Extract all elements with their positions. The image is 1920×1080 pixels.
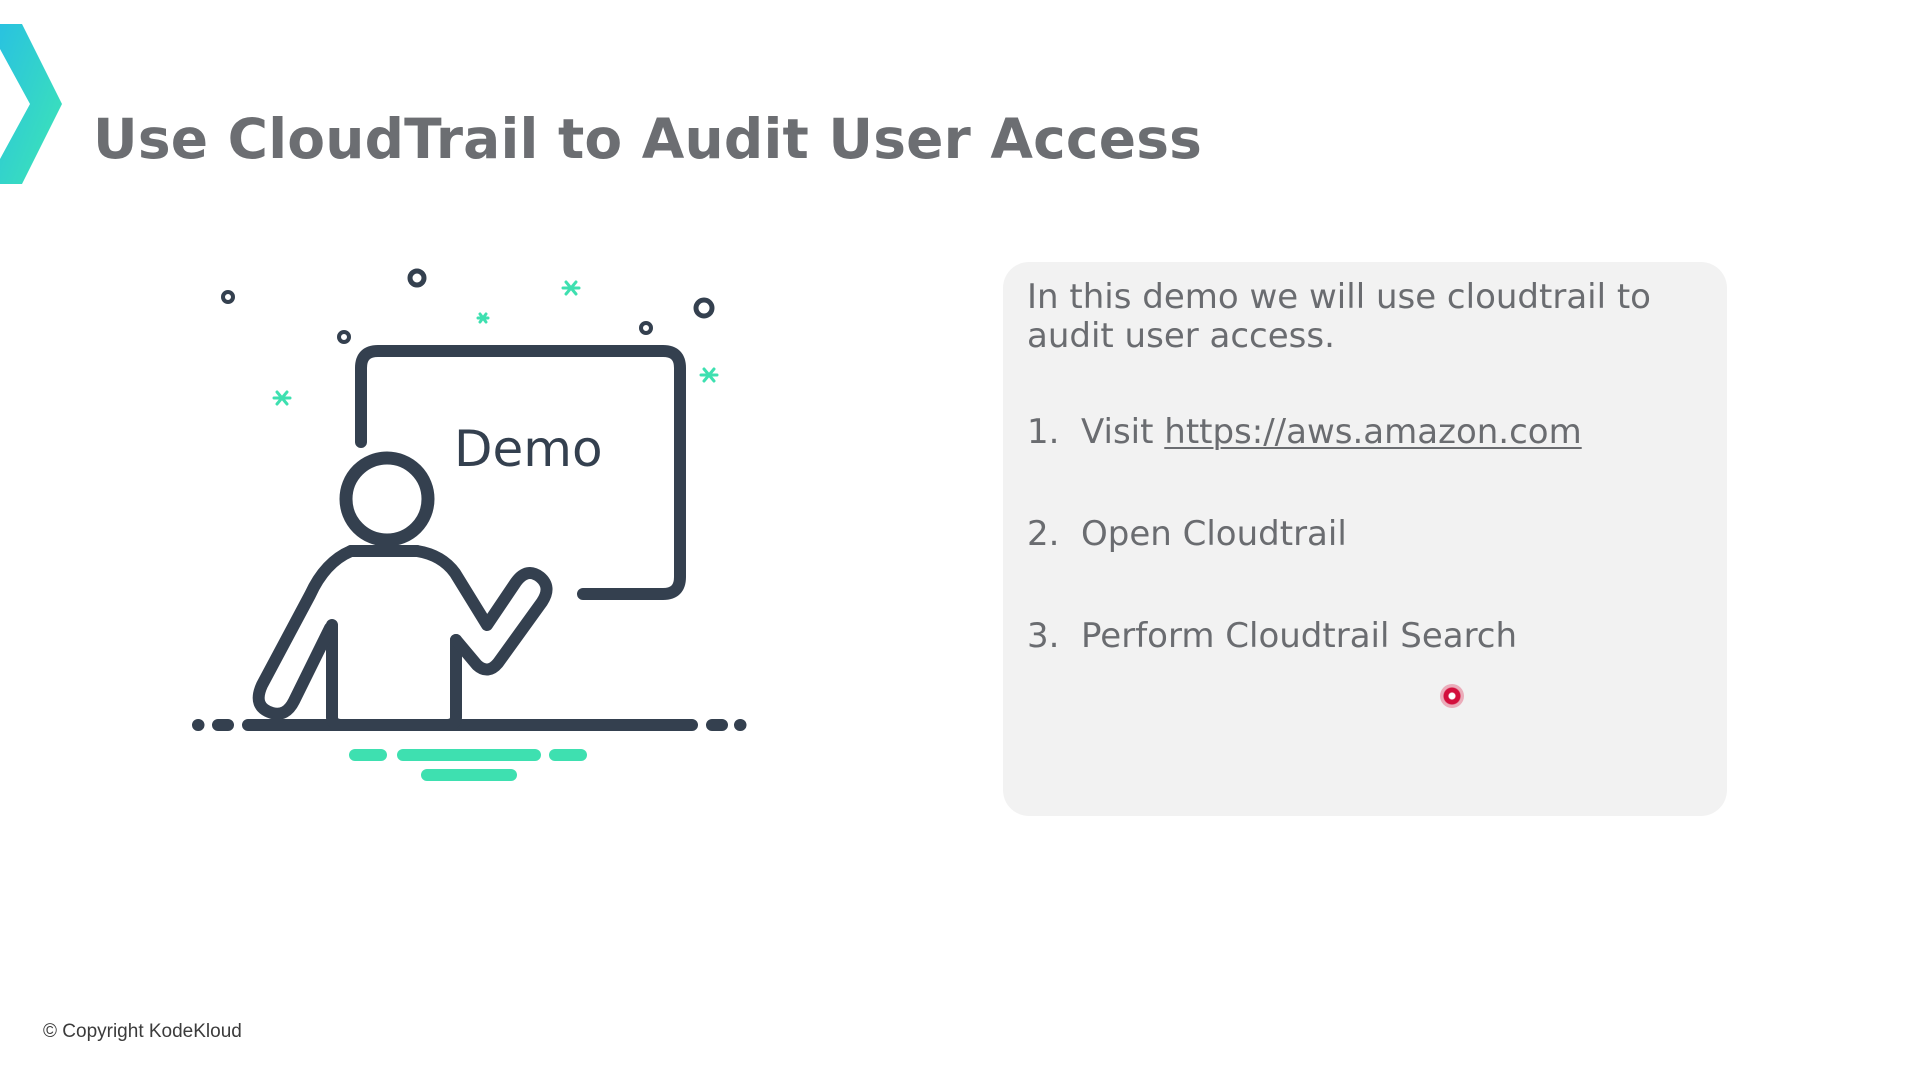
- step-number: 1.: [1027, 412, 1060, 452]
- info-card: In this demo we will use cloudtrail to a…: [1003, 262, 1727, 816]
- step-text: Perform Cloudtrail Search: [1081, 616, 1518, 656]
- pointer-cursor-icon: [1440, 684, 1464, 708]
- sparkle-icon: [699, 367, 719, 383]
- step-text: Open Cloudtrail: [1081, 514, 1347, 554]
- slide-title: Use CloudTrail to Audit User Access: [93, 106, 1203, 171]
- step-number: 2.: [1027, 514, 1060, 554]
- decor-circle-icon: [693, 297, 715, 319]
- presenter-at-whiteboard-icon: Demo: [192, 268, 747, 781]
- presenter-body: [326, 619, 462, 723]
- sparkle-icon: [561, 280, 581, 296]
- presenter-head: [339, 451, 435, 547]
- card-intro-text: In this demo we will use cloudtrail to a…: [1027, 277, 1651, 356]
- copyright-footer: © Copyright KodeKloud: [43, 1021, 242, 1042]
- whiteboard-label: Demo: [454, 420, 603, 478]
- steps-list: 1. Visit https://aws.amazon.com 2. Open Cl…: [1027, 412, 1582, 718]
- step-item: 2. Open Cloudtrail: [1027, 514, 1582, 616]
- decor-circle-icon: [407, 268, 427, 288]
- decor-circle-icon: [639, 321, 653, 335]
- sparkle-icon: [272, 390, 292, 406]
- step-item: 3. Perform Cloudtrail Search: [1027, 616, 1582, 718]
- step-number: 3.: [1027, 616, 1060, 656]
- presenter-feet: [326, 711, 462, 731]
- aws-link[interactable]: https://aws.amazon.com: [1164, 412, 1581, 452]
- presenter-body-outline: [252, 545, 553, 720]
- decor-circle-icon: [337, 330, 351, 344]
- step-item: 1. Visit https://aws.amazon.com: [1027, 412, 1582, 514]
- decor-circle-icon: [221, 290, 235, 304]
- brand-chevron-icon: [0, 24, 62, 184]
- sparkle-icon: [476, 312, 490, 324]
- step-prefix-text: Visit: [1081, 412, 1165, 452]
